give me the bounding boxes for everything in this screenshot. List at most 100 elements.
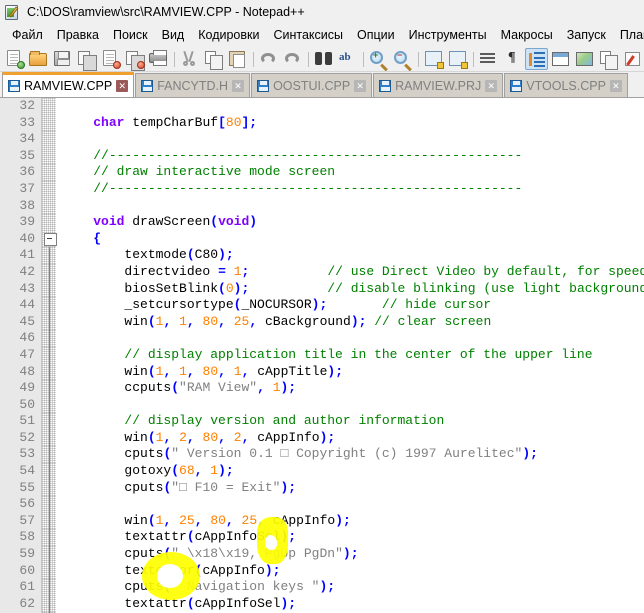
fold-margin[interactable] [42,396,56,414]
menu-item-run[interactable]: Запуск [560,26,613,44]
code-text[interactable] [56,98,644,115]
tab-vtools-cpp[interactable]: VTOOLS.CPP ✕ [504,73,628,97]
fold-margin[interactable] [42,562,56,580]
menu-item-language[interactable]: Синтаксисы [266,26,350,44]
code-text[interactable] [56,198,644,215]
fold-margin[interactable] [42,380,56,397]
code-line[interactable]: 60 textcolor(cAppInfo); [0,562,644,580]
code-line[interactable]: 55 cputs("□ F10 = Exit"); [0,479,644,497]
print-icon[interactable] [147,48,170,70]
code-text[interactable]: //--------------------------------------… [56,181,644,198]
menu-item-edit[interactable]: Правка [50,26,106,44]
code-text[interactable]: gotoxy(68, 1); [56,463,644,480]
code-text[interactable] [56,131,644,148]
find-icon[interactable] [312,48,335,70]
code-text[interactable]: win(1, 2, 80, 2, cAppInfo); [56,430,644,447]
code-line[interactable]: 62 textattr(cAppInfoSel); [0,595,644,613]
code-line[interactable]: 42 directvideo = 1; // use Direct Video … [0,263,644,281]
redo-icon[interactable] [281,48,304,70]
code-text[interactable]: { [56,231,644,248]
tab-close-icon[interactable]: ✕ [354,79,367,92]
fold-margin[interactable] [42,579,56,596]
fold-margin[interactable] [42,330,56,347]
paste-icon[interactable] [226,48,249,70]
zoom-in-icon[interactable]: + [367,48,390,71]
menu-item-macro[interactable]: Макросы [494,26,560,44]
fold-margin[interactable] [42,164,56,181]
fold-margin[interactable] [42,180,56,198]
code-line[interactable]: 34 [0,131,644,148]
sync-vertical-scroll-icon[interactable] [422,48,445,70]
tab-fancytd-h[interactable]: FANCYTD.H ✕ [135,73,251,97]
code-line[interactable]: 50 [0,396,644,414]
zoom-out-icon[interactable]: − [391,48,414,71]
replace-icon[interactable]: ab [336,48,359,70]
fold-margin[interactable] [42,429,56,447]
code-line[interactable]: 44 _setcursortype(_NOCURSOR); // hide cu… [0,297,644,314]
fold-margin[interactable] [42,230,57,248]
undo-icon[interactable] [257,48,280,70]
code-line[interactable]: 56 [0,496,644,513]
fold-margin[interactable] [42,529,56,547]
fold-margin[interactable] [42,512,56,530]
code-line[interactable]: 59 cputs(" \x18\x19, PgUp PgDn"); [0,546,644,563]
tab-ramview-prj[interactable]: RAMVIEW.PRJ ✕ [373,73,504,97]
code-text[interactable] [56,397,644,414]
code-text[interactable]: // display version and author informatio… [56,413,644,430]
code-line[interactable]: 47 // display application title in the c… [0,346,644,364]
code-line[interactable]: 58 textattr(cAppInfoSel); [0,529,644,547]
fold-margin[interactable] [42,147,56,165]
code-text[interactable]: textmode(C80); [56,247,644,264]
code-text[interactable]: directvideo = 1; // use Direct Video by … [56,264,644,281]
cut-icon[interactable] [178,48,201,70]
tab-close-icon[interactable]: ✕ [485,79,498,92]
sync-horizontal-scroll-icon[interactable] [446,48,469,70]
code-line[interactable]: 33 char tempCharBuf[80]; [0,114,644,132]
code-line[interactable]: 46 [0,330,644,347]
close-file-icon[interactable] [99,48,122,70]
fold-margin[interactable] [42,313,56,331]
word-wrap-icon[interactable] [477,48,500,70]
code-text[interactable] [56,330,644,347]
code-text[interactable]: cputs("□ F10 = Exit"); [56,480,644,497]
fold-margin[interactable] [42,280,56,298]
code-line[interactable]: 61 cputs(" Navigation keys "); [0,579,644,596]
fold-margin[interactable] [42,463,56,480]
code-line[interactable]: 39 void drawScreen(void) [0,214,644,231]
code-line[interactable]: 43 biosSetBlink(0); // disable blinking … [0,280,644,298]
code-text[interactable]: ccputs("RAM View", 1); [56,380,644,397]
code-line[interactable]: 36 // draw interactive mode screen [0,164,644,181]
open-file-icon[interactable] [27,48,50,70]
fold-margin[interactable] [42,546,56,563]
fold-margin[interactable] [42,197,56,215]
code-text[interactable]: // display application title in the cent… [56,347,644,364]
tab-close-icon[interactable]: ✕ [232,79,245,92]
code-line[interactable]: 53 cputs(" Version 0.1 □ Copyright (c) 1… [0,446,644,464]
code-text[interactable]: //--------------------------------------… [56,148,644,165]
code-text[interactable]: win(1, 1, 80, 1, cAppTitle); [56,364,644,381]
code-line[interactable]: 32 [0,98,644,115]
code-line[interactable]: 57 win(1, 25, 80, 25, cAppInfo); [0,512,644,530]
menu-item-view[interactable]: Вид [155,26,192,44]
function-list-icon[interactable] [597,48,620,70]
tab-ramview-cpp[interactable]: RAMVIEW.CPP ✕ [2,72,135,97]
code-line[interactable]: 40 { [0,230,644,248]
code-text[interactable]: textattr(cAppInfoSel); [56,596,644,613]
code-text[interactable]: cputs(" Navigation keys "); [56,579,644,596]
fold-margin[interactable] [42,496,56,513]
code-line[interactable]: 38 [0,197,644,215]
code-text[interactable]: biosSetBlink(0); // disable blinking (us… [56,281,644,298]
fold-margin[interactable] [42,297,56,314]
fold-margin[interactable] [42,346,56,364]
user-defined-dialog-icon[interactable] [549,48,572,70]
record-macro-icon[interactable] [621,48,644,70]
menu-item-settings[interactable]: Опции [350,26,402,44]
document-map-icon[interactable] [573,48,596,70]
menu-item-file[interactable]: Файл [5,26,50,44]
menu-item-plugins[interactable]: Плагины [613,26,644,44]
save-icon[interactable] [51,48,74,70]
code-line[interactable]: 41 textmode(C80); [0,247,644,264]
code-text[interactable]: _setcursortype(_NOCURSOR); // hide curso… [56,297,644,314]
new-file-icon[interactable] [3,48,26,70]
fold-margin[interactable] [42,595,56,613]
